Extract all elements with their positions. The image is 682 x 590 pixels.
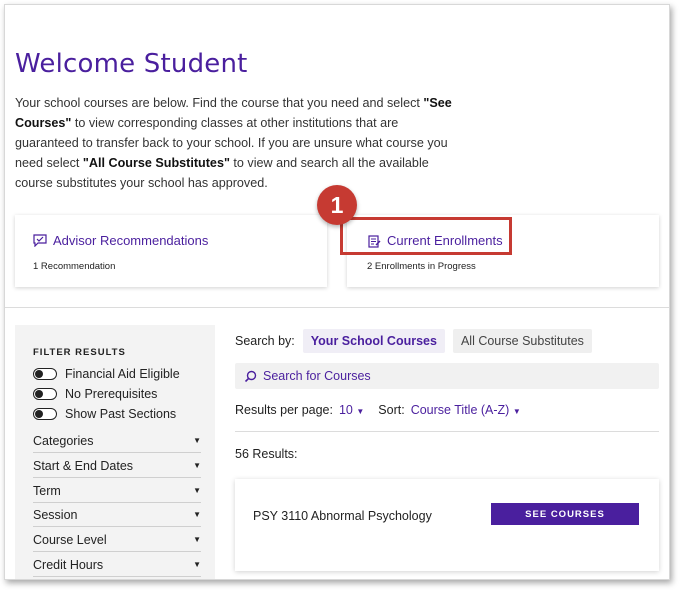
enrollments-count: 2 Enrollments in Progress — [367, 261, 476, 272]
tab-your-school-courses[interactable]: Your School Courses — [302, 329, 445, 353]
filter-session[interactable]: Session ▼ — [33, 503, 201, 527]
dropdown-label: Session — [33, 507, 78, 522]
caret-down-icon: ▼ — [193, 560, 201, 569]
section-divider — [5, 307, 669, 308]
intro-part: Your school courses are below. Find the … — [15, 96, 424, 110]
search-by-label: Search by: — [235, 334, 295, 348]
caret-down-icon: ▼ — [512, 407, 521, 416]
advisor-recommendations-link[interactable]: Advisor Recommendations — [33, 233, 208, 248]
toggle-switch[interactable] — [33, 408, 57, 420]
dropdown-label: Credit Hours — [33, 557, 104, 572]
tab-all-course-substitutes[interactable]: All Course Substitutes — [452, 329, 592, 353]
caret-down-icon: ▼ — [193, 535, 201, 544]
course-card: PSY 3110 Abnormal Psychology SEE COURSES — [235, 479, 659, 571]
toggle-label: Show Past Sections — [65, 407, 177, 421]
page-title: Welcome Student — [15, 49, 248, 79]
filter-course-level[interactable]: Course Level ▼ — [33, 528, 201, 552]
intro-text: Your school courses are below. Find the … — [15, 93, 455, 193]
dropdown-label: Course Level — [33, 532, 107, 547]
page-frame: Welcome Student Your school courses are … — [4, 4, 670, 580]
search-input[interactable]: Search for Courses — [235, 363, 659, 389]
sort-value: Course Title (A-Z) — [410, 403, 510, 417]
filter-categories[interactable]: Categories ▼ — [33, 429, 201, 453]
filter-dates[interactable]: Start & End Dates ▼ — [33, 454, 201, 478]
callout-badge: 1 — [317, 185, 357, 225]
toggle-switch[interactable] — [33, 368, 57, 380]
filter-panel: FILTER RESULTS Financial Aid Eligible No… — [15, 325, 215, 579]
caret-down-icon: ▼ — [193, 486, 201, 495]
highlight-box — [340, 217, 512, 255]
results-count: 56 Results: — [235, 447, 298, 461]
results-per-page-label: Results per page: — [235, 403, 333, 417]
caret-down-icon: ▼ — [193, 436, 201, 445]
results-controls: Results per page: 10 ▼ Sort: Course Titl… — [235, 403, 521, 417]
caret-down-icon: ▼ — [193, 510, 201, 519]
toggle-switch[interactable] — [33, 388, 57, 400]
dropdown-label: Term — [33, 483, 61, 498]
filter-term[interactable]: Term ▼ — [33, 479, 201, 503]
toggle-label: Financial Aid Eligible — [65, 367, 180, 381]
toggle-no-prerequisites[interactable]: No Prerequisites — [33, 387, 157, 401]
caret-down-icon: ▼ — [356, 407, 365, 416]
caret-down-icon: ▼ — [193, 461, 201, 470]
see-courses-button[interactable]: SEE COURSES — [491, 503, 639, 525]
course-title: PSY 3110 Abnormal Psychology — [253, 509, 432, 523]
search-icon — [243, 369, 257, 383]
search-by-bar: Search by: Your School Courses All Cours… — [235, 329, 592, 353]
advisor-card: Advisor Recommendations 1 Recommendation — [15, 215, 327, 287]
toggle-financial-aid[interactable]: Financial Aid Eligible — [33, 367, 180, 381]
dropdown-label: Start & End Dates — [33, 458, 134, 473]
advisor-recommendations-label: Advisor Recommendations — [53, 233, 209, 248]
results-per-page-value: 10 — [338, 403, 353, 417]
filter-credit-hours[interactable]: Credit Hours ▼ — [33, 553, 201, 577]
sort-select[interactable]: Course Title (A-Z) ▼ — [411, 403, 521, 417]
chat-check-icon — [33, 234, 47, 248]
filter-heading: FILTER RESULTS — [33, 347, 126, 358]
toggle-past-sections[interactable]: Show Past Sections — [33, 407, 176, 421]
intro-all-substitutes: "All Course Substitutes" — [82, 156, 230, 170]
results-divider — [235, 431, 659, 432]
results-per-page-select[interactable]: 10 ▼ — [339, 403, 364, 417]
sort-label: Sort: — [378, 403, 405, 417]
advisor-recommendations-count: 1 Recommendation — [33, 261, 116, 272]
dropdown-label: Categories — [33, 433, 94, 448]
toggle-label: No Prerequisites — [65, 387, 158, 401]
search-placeholder: Search for Courses — [263, 369, 371, 383]
